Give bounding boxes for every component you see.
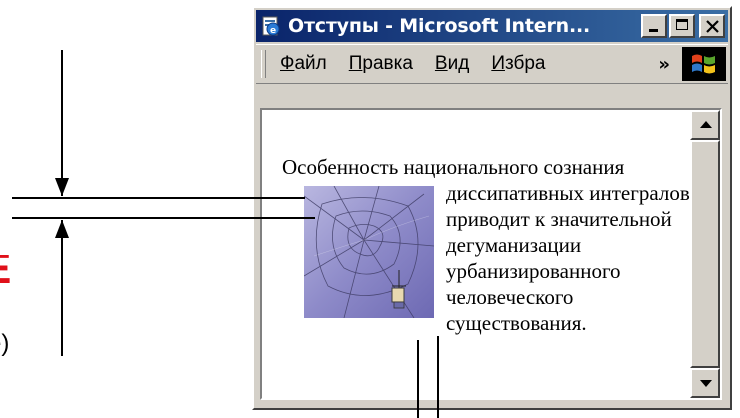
- title-bar[interactable]: e Отступы - Microsoft Intern...: [256, 10, 728, 42]
- menu-edit[interactable]: Правка: [349, 53, 413, 75]
- arrow-up-icon: [700, 121, 712, 128]
- partial-red-label: Ё: [0, 255, 10, 283]
- menu-overflow-chevron-icon[interactable]: »: [658, 54, 670, 75]
- browser-window: e Отступы - Microsoft Intern... Файл Пра…: [252, 6, 732, 410]
- menu-items: Файл Правка Вид Избра: [280, 53, 658, 75]
- close-icon: [706, 20, 719, 33]
- partial-red-glyph: Ё: [0, 255, 10, 283]
- toolbar-grip[interactable]: [261, 50, 266, 78]
- page-text: Особенность национального сознания дисси…: [282, 154, 692, 336]
- throbber: [682, 47, 726, 81]
- menu-file[interactable]: Файл: [280, 53, 327, 75]
- ie-page-icon: e: [262, 16, 280, 36]
- svg-text:e: e: [270, 26, 276, 36]
- screenshot-stage: Ё е) e Отступы - Microsoft Intern...: [0, 0, 740, 418]
- scroll-down-button[interactable]: [690, 368, 720, 398]
- scroll-thumb[interactable]: [690, 140, 720, 368]
- menu-bar: Файл Правка Вид Избра »: [256, 44, 728, 84]
- minimize-button[interactable]: [641, 14, 667, 38]
- maximize-button[interactable]: [669, 14, 695, 38]
- partial-caption-text: е): [0, 330, 10, 357]
- arrow-down-icon: [700, 380, 712, 387]
- partial-caption: е): [0, 328, 22, 360]
- page-content-area: Особенность национального сознания дисси…: [260, 108, 722, 400]
- menu-view[interactable]: Вид: [435, 53, 469, 75]
- arrow-down-head: [55, 178, 69, 196]
- spider-web-image: [304, 186, 434, 318]
- caption-buttons: [641, 14, 725, 38]
- vertical-scrollbar[interactable]: [690, 110, 720, 398]
- arrow-up-head: [55, 220, 69, 238]
- windows-logo-icon: [692, 54, 715, 74]
- window-title: Отступы - Microsoft Intern...: [288, 15, 590, 37]
- scroll-up-button[interactable]: [690, 110, 720, 140]
- menu-favorites[interactable]: Избра: [491, 53, 553, 75]
- close-button[interactable]: [699, 14, 725, 38]
